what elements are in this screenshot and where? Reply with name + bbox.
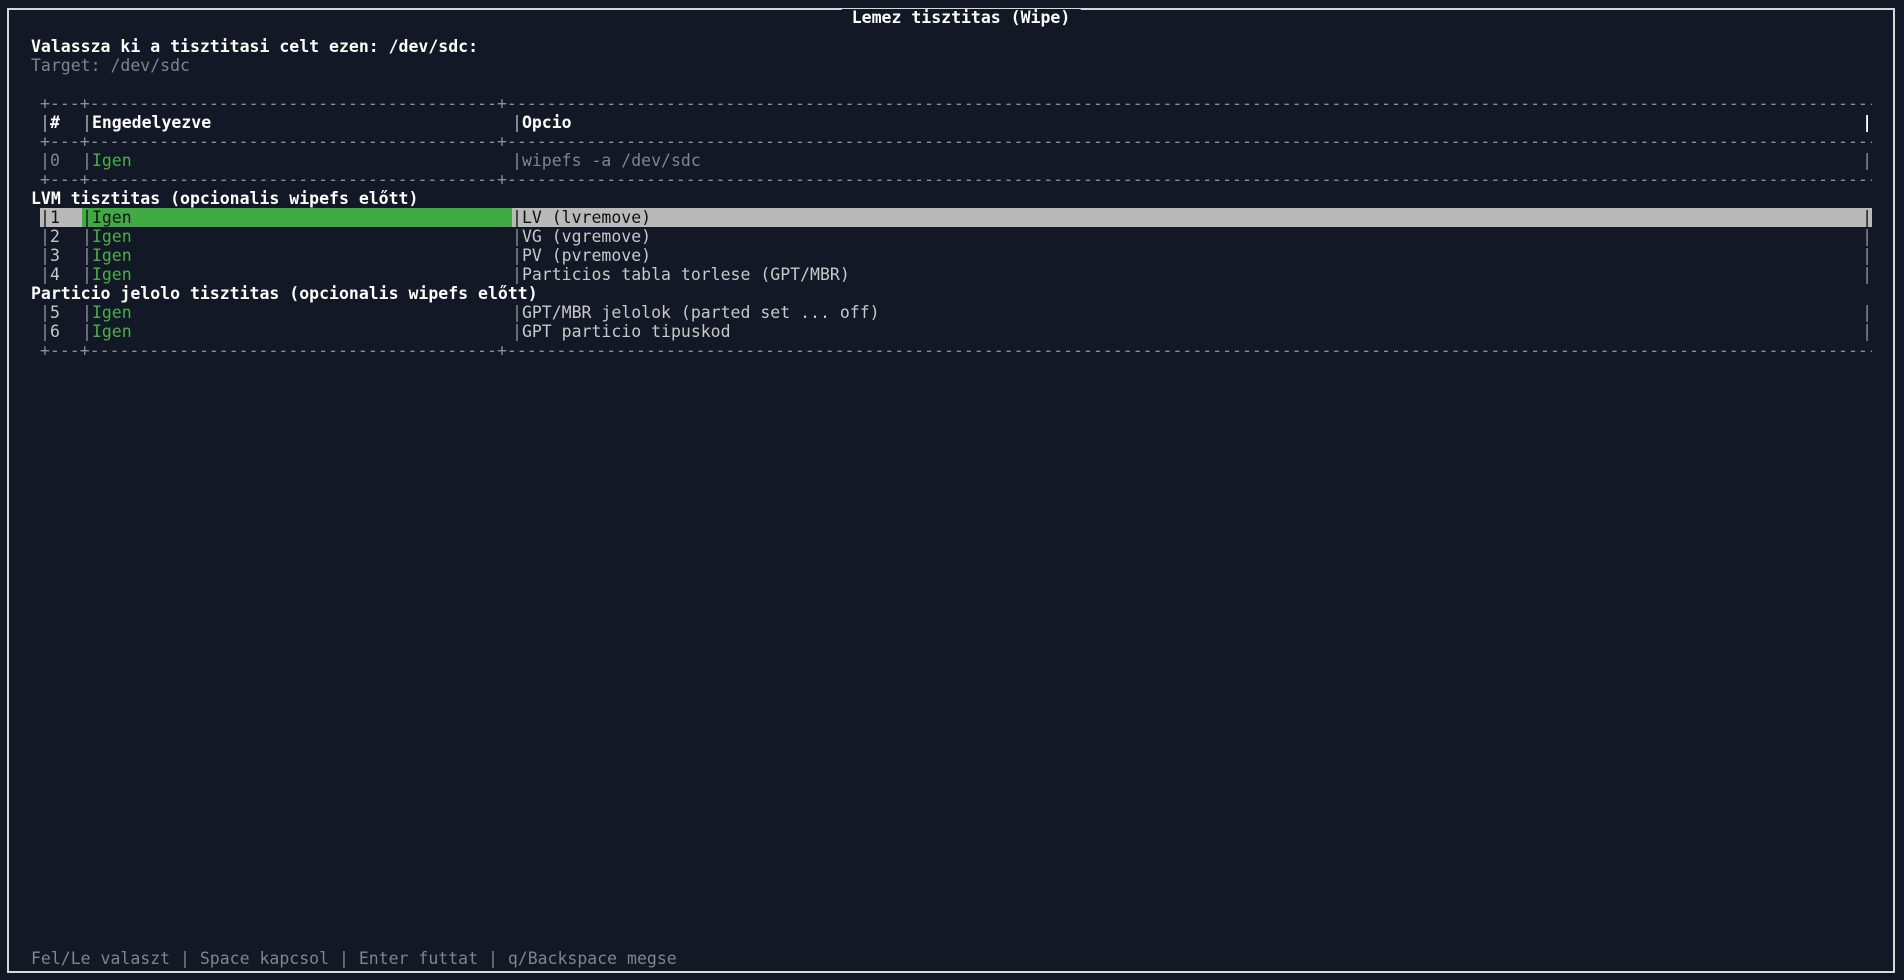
row-num: 3	[49, 246, 60, 265]
row-option: PV (pvremove)	[521, 246, 652, 265]
row-num: 0	[49, 151, 60, 170]
table-separator: +---+-----------------------------------…	[40, 94, 1872, 113]
table-separator: +---+-----------------------------------…	[40, 170, 1872, 189]
header-enabled: Engedelyezve	[91, 113, 212, 132]
table-row-lv[interactable]: |1 |Igen |LV (lvremove) |	[40, 208, 1872, 227]
row-num: 6	[49, 322, 60, 341]
section-title-lvm: LVM tisztitas (opcionalis wipefs előtt)	[31, 189, 419, 208]
row-enabled: Igen	[91, 227, 132, 246]
row-option: GPT particio tipuskod	[521, 322, 731, 341]
row-num: 2	[49, 227, 60, 246]
section-title-partition-flags: Particio jelolo tisztitas (opcionalis wi…	[31, 284, 538, 303]
row-enabled: Igen	[91, 208, 132, 227]
row-enabled: Igen	[91, 322, 132, 341]
row-num: 5	[49, 303, 60, 322]
table-separator: +---+-----------------------------------…	[40, 132, 1872, 151]
header-num: #	[49, 113, 60, 132]
row-enabled: Igen	[91, 246, 132, 265]
keybinding-help: Fel/Le valaszt | Space kapcsol | Enter f…	[31, 949, 677, 968]
row-option: VG (vgremove)	[521, 227, 652, 246]
row-option: LV (lvremove)	[521, 208, 652, 227]
row-enabled: Igen	[91, 151, 132, 170]
table-row-gpt-typecode[interactable]: |6 |Igen |GPT particio tipuskod |	[40, 322, 1872, 341]
table-row-partition-table[interactable]: |4 |Igen |Particios tabla torlese (GPT/M…	[40, 265, 1872, 284]
table-header-row: |# |Engedelyezve |Opcio |	[40, 113, 1872, 132]
row-enabled: Igen	[91, 265, 132, 284]
row-option: Particios tabla torlese (GPT/MBR)	[521, 265, 850, 284]
target-label: Target: /dev/sdc	[31, 56, 190, 75]
prompt-heading: Valassza ki a tisztitasi celt ezen: /dev…	[31, 37, 479, 56]
row-num: 4	[49, 265, 60, 284]
row-option: wipefs -a /dev/sdc	[521, 151, 701, 170]
table-row-gpt-mbr-flags[interactable]: |5 |Igen |GPT/MBR jelolok (parted set ..…	[40, 303, 1872, 322]
table-row-pv[interactable]: |3 |Igen |PV (pvremove) |	[40, 246, 1872, 265]
table-row-wipefs[interactable]: |0 |Igen |wipefs -a /dev/sdc |	[40, 151, 1872, 170]
table-separator: +---+-----------------------------------…	[40, 341, 1872, 360]
row-enabled: Igen	[91, 303, 132, 322]
row-num: 1	[49, 208, 60, 227]
header-option: Opcio	[521, 113, 572, 132]
table-row-vg[interactable]: |2 |Igen |VG (vgremove) |	[40, 227, 1872, 246]
dialog-title: Lemez tisztitas (Wipe)	[841, 9, 1081, 27]
row-option: GPT/MBR jelolok (parted set ... off)	[521, 303, 880, 322]
